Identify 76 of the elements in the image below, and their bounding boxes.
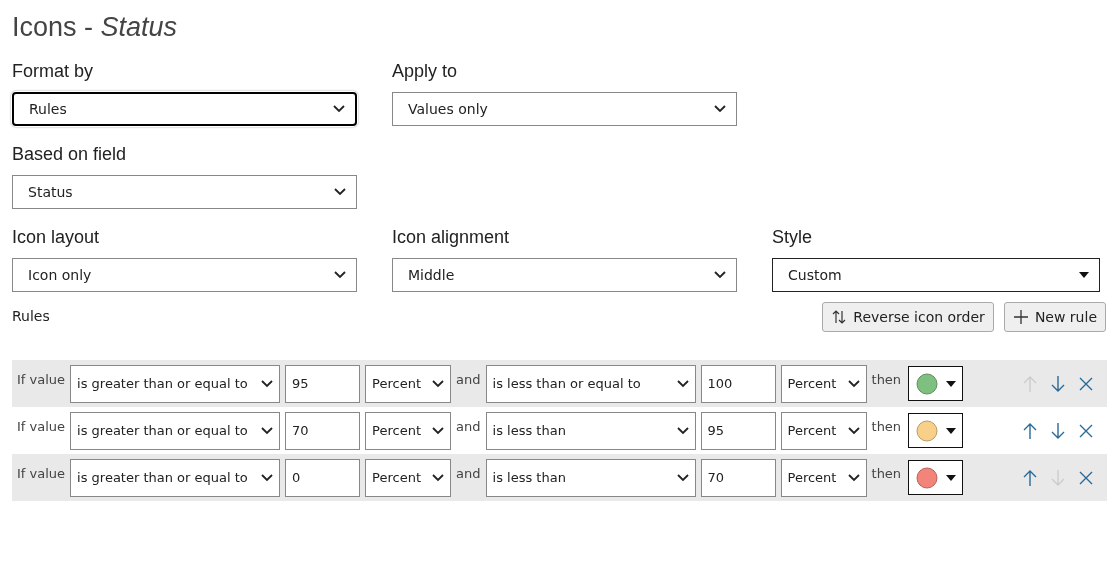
value-field[interactable]: 70 — [700, 458, 776, 497]
condition-dropdown[interactable]: is greater than or equal to — [70, 364, 281, 403]
close-icon[interactable] — [1078, 469, 1094, 486]
chevron-icon — [334, 271, 346, 279]
move-down-icon[interactable] — [1050, 421, 1066, 440]
chevron-icon — [432, 379, 445, 388]
chevron-icon — [676, 379, 689, 388]
new-rule-button[interactable]: New rule — [1003, 302, 1106, 332]
rules-label: Rules — [12, 308, 50, 324]
value-field[interactable]: 95 — [700, 411, 776, 450]
then-label: then — [871, 466, 902, 481]
unit-dropdown[interactable]: Percent — [365, 411, 452, 450]
dropdown[interactable]: Values only — [392, 92, 737, 126]
field-label: Icon layout — [12, 227, 101, 248]
page-title: Icons - Status — [12, 12, 179, 43]
unit-dropdown[interactable]: Percent — [365, 364, 452, 403]
condition-dropdown[interactable]: is greater than or equal to — [70, 411, 281, 450]
unit-dropdown[interactable]: Percent — [780, 364, 867, 403]
field-label: Based on field — [12, 144, 128, 165]
unit-dropdown[interactable]: Percent — [365, 458, 452, 497]
and-label: and — [456, 419, 481, 434]
dropdown[interactable]: Rules — [12, 92, 357, 126]
chevron-icon — [261, 473, 274, 482]
field-label: Format by — [12, 61, 95, 82]
caret-icon — [945, 427, 956, 434]
chevron-icon — [714, 271, 726, 279]
dropdown[interactable]: Icon only — [12, 258, 357, 292]
value-field[interactable]: 70 — [285, 411, 361, 450]
chevron-icon — [847, 379, 860, 388]
condition-dropdown[interactable]: is less than or equal to — [485, 364, 696, 403]
close-icon[interactable] — [1078, 375, 1094, 392]
chevron-icon — [847, 426, 860, 435]
dropdown[interactable]: Status — [12, 175, 357, 209]
caret-icon — [1079, 272, 1089, 278]
dropdown[interactable]: Middle — [392, 258, 737, 292]
caret-icon — [945, 474, 956, 481]
chevron-icon — [261, 379, 274, 388]
condition-dropdown[interactable]: is less than — [485, 458, 696, 497]
move-up-icon[interactable] — [1022, 421, 1038, 440]
and-label: and — [456, 372, 481, 387]
chevron-icon — [432, 473, 445, 482]
unit-dropdown[interactable]: Percent — [780, 411, 867, 450]
chevron-icon — [334, 188, 346, 196]
field-label: Style — [772, 227, 814, 248]
icon-picker[interactable] — [908, 413, 964, 448]
move-down-icon[interactable] — [1050, 374, 1066, 393]
condition-dropdown[interactable]: is greater than or equal to — [70, 458, 281, 497]
value-field[interactable]: 95 — [285, 364, 361, 403]
chevron-icon — [333, 105, 345, 113]
move-up-icon[interactable] — [1022, 468, 1038, 487]
if-label: If value — [17, 419, 66, 434]
condition-dropdown[interactable]: is less than — [485, 411, 696, 450]
chevron-icon — [432, 426, 445, 435]
chevron-icon — [676, 426, 689, 435]
then-label: then — [871, 372, 902, 387]
value-field[interactable]: 0 — [285, 458, 361, 497]
plus-icon — [1012, 309, 1029, 325]
unit-dropdown[interactable]: Percent — [780, 458, 867, 497]
dropdown[interactable]: Custom — [772, 258, 1100, 292]
sort-icon — [831, 309, 848, 325]
if-label: If value — [17, 466, 66, 481]
icon-picker[interactable] — [908, 460, 964, 495]
then-label: then — [871, 419, 902, 434]
and-label: and — [456, 466, 481, 481]
icon-picker[interactable] — [908, 366, 964, 401]
reverse-order-button[interactable]: Reverse icon order — [822, 302, 994, 332]
chevron-icon — [847, 473, 860, 482]
value-field[interactable]: 100 — [700, 364, 776, 403]
chevron-icon — [261, 426, 274, 435]
if-label: If value — [17, 372, 66, 387]
caret-icon — [945, 380, 956, 387]
field-label: Icon alignment — [392, 227, 511, 248]
chevron-icon — [676, 473, 689, 482]
close-icon[interactable] — [1078, 422, 1094, 439]
field-label: Apply to — [392, 61, 459, 82]
chevron-icon — [714, 105, 726, 113]
